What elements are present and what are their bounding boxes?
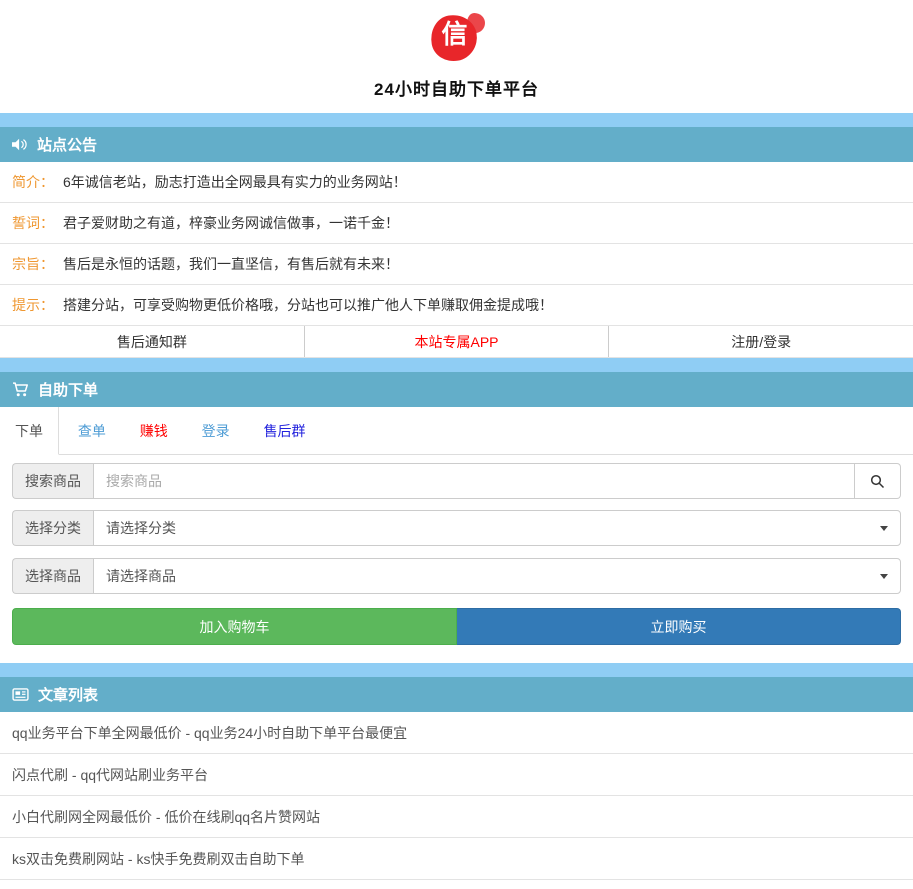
- article-item[interactable]: 小白代刷网全网最低价 - 低价在线刷qq名片赞网站: [0, 796, 913, 838]
- announcement-panel: 站点公告 简介： 6年诚信老站，励志打造出全网最具有实力的业务网站！ 誓词： 君…: [0, 127, 913, 358]
- site-logo: 信: [429, 13, 485, 63]
- order-actions: 加入购物车 立即购买: [12, 608, 901, 645]
- search-input[interactable]: [93, 463, 855, 499]
- order-header: 自助下单: [0, 372, 913, 407]
- announcement-label: 誓词：: [12, 213, 54, 233]
- search-icon: [870, 474, 885, 489]
- article-item[interactable]: ks双击免费刷网站 - ks快手免费刷双击自助下单: [0, 838, 913, 880]
- announcement-label: 提示：: [12, 295, 54, 315]
- announcement-text: 搭建分站，可享受购物更低价格哦，分站也可以推广他人下单赚取佣金提成哦！: [63, 295, 553, 315]
- category-addon-label: 选择分类: [12, 510, 93, 546]
- category-select-value: 请选择分类: [106, 518, 176, 538]
- site-header: 信 24小时自助下单平台: [0, 0, 913, 113]
- announcement-row: 提示： 搭建分站，可享受购物更低价格哦，分站也可以推广他人下单赚取佣金提成哦！: [0, 285, 913, 326]
- chevron-down-icon: [880, 574, 888, 579]
- newspaper-icon: [12, 688, 29, 701]
- search-group: 搜索商品: [12, 463, 901, 499]
- chevron-down-icon: [880, 526, 888, 531]
- tab-aftersale-group[interactable]: 售后群: [249, 407, 321, 455]
- category-group: 选择分类 请选择分类: [12, 510, 901, 546]
- order-header-label: 自助下单: [38, 379, 98, 400]
- speaker-icon: [12, 138, 28, 151]
- register-login-link[interactable]: 注册/登录: [609, 326, 913, 357]
- announcement-label: 宗旨：: [12, 254, 54, 274]
- order-form: 搜索商品 选择分类 请选择分类 选择商品 请选择商品: [0, 455, 913, 663]
- tab-check-order[interactable]: 查单: [63, 407, 121, 455]
- search-addon-label: 搜索商品: [12, 463, 93, 499]
- add-to-cart-button[interactable]: 加入购物车: [12, 608, 457, 645]
- announcement-header-label: 站点公告: [37, 134, 97, 155]
- announcement-row: 简介： 6年诚信老站，励志打造出全网最具有实力的业务网站！: [0, 162, 913, 203]
- search-button[interactable]: [855, 463, 901, 499]
- tab-login[interactable]: 登录: [187, 407, 245, 455]
- product-select[interactable]: 请选择商品: [93, 558, 901, 594]
- announcement-row: 誓词： 君子爱财助之有道，梓豪业务网诚信做事，一诺千金！: [0, 203, 913, 244]
- announcement-text: 售后是永恒的话题，我们一直坚信，有售后就有未来！: [63, 254, 399, 274]
- announcement-header: 站点公告: [0, 127, 913, 162]
- background-strip: [0, 663, 913, 677]
- announcement-text: 6年诚信老站，励志打造出全网最具有实力的业务网站！: [63, 172, 407, 192]
- product-addon-label: 选择商品: [12, 558, 93, 594]
- aftersale-group-link[interactable]: 售后通知群: [0, 326, 305, 357]
- product-select-value: 请选择商品: [106, 566, 176, 586]
- quick-links-row: 售后通知群 本站专属APP 注册/登录: [0, 326, 913, 358]
- announcement-label: 简介：: [12, 172, 54, 192]
- order-panel: 自助下单 下单 查单 赚钱 登录 售后群 搜索商品 选择分类 请选择分类: [0, 372, 913, 663]
- tab-place-order[interactable]: 下单: [0, 407, 59, 455]
- site-title: 24小时自助下单平台: [0, 75, 913, 100]
- cart-icon: [12, 382, 29, 397]
- tab-earn-money[interactable]: 赚钱: [125, 407, 183, 455]
- article-panel: 文章列表 qq业务平台下单全网最低价 - qq业务24小时自助下单平台最便宜 闪…: [0, 677, 913, 880]
- article-header: 文章列表: [0, 677, 913, 712]
- background-strip: [0, 358, 913, 372]
- announcement-row: 宗旨： 售后是永恒的话题，我们一直坚信，有售后就有未来！: [0, 244, 913, 285]
- background-strip: [0, 113, 913, 127]
- product-group: 选择商品 请选择商品: [12, 558, 901, 594]
- logo-glyph: 信: [429, 21, 481, 47]
- article-item[interactable]: qq业务平台下单全网最低价 - qq业务24小时自助下单平台最便宜: [0, 712, 913, 754]
- category-select[interactable]: 请选择分类: [93, 510, 901, 546]
- buy-now-button[interactable]: 立即购买: [457, 608, 901, 645]
- announcement-text: 君子爱财助之有道，梓豪业务网诚信做事，一诺千金！: [63, 213, 399, 233]
- article-item[interactable]: 闪点代刷 - qq代网站刷业务平台: [0, 754, 913, 796]
- article-header-label: 文章列表: [38, 684, 98, 705]
- order-tabs: 下单 查单 赚钱 登录 售后群: [0, 407, 913, 455]
- site-app-link[interactable]: 本站专属APP: [305, 326, 610, 357]
